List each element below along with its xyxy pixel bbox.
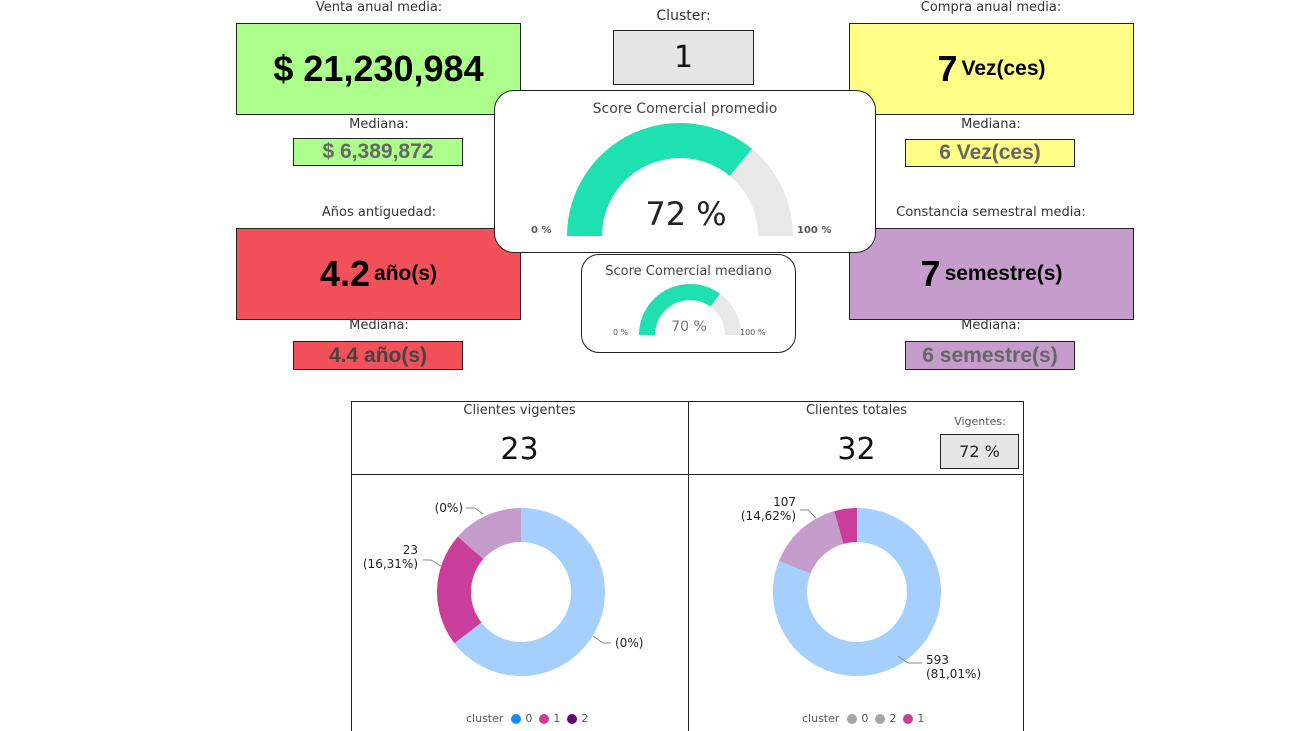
legend-swatch	[875, 713, 886, 724]
gauge-mediano-card: Score Comercial mediano 70 % 0 % 100 %	[581, 254, 796, 353]
data-label: 23	[403, 543, 418, 557]
kpi-vigentes-title: Clientes vigentes	[463, 403, 576, 418]
gauge-promedio-value: 72 %	[645, 195, 727, 233]
constancia-unit: semestre(s)	[944, 262, 1063, 285]
data-label: 107	[773, 495, 796, 509]
venta-median-label: Mediana:	[349, 117, 409, 132]
cluster-value: 1	[673, 40, 694, 75]
data-label: (81,01%)	[926, 667, 981, 681]
kpi-vigentes-value: 23	[500, 432, 539, 467]
antiguedad-value: 4.2	[319, 253, 371, 294]
legend-item[interactable]: 1	[917, 712, 924, 725]
compra-card: 7 Vez(ces)	[849, 23, 1134, 115]
legend-swatch	[511, 713, 522, 724]
gauge-promedio-min: 0 %	[531, 225, 552, 236]
constancia-median-value: 6 semestre(s)	[922, 343, 1058, 367]
data-label-leader	[423, 559, 442, 567]
venta-value: $ 21,230,984	[273, 48, 484, 89]
legend-title: cluster	[466, 712, 504, 725]
cluster-title: Cluster:	[656, 8, 711, 24]
data-label-leader	[466, 507, 484, 515]
compra-median-card: 6 Vez(ces)	[905, 139, 1075, 167]
compra-title: Compra anual media:	[920, 0, 1062, 15]
legend-swatch	[903, 713, 914, 724]
data-label-leader	[592, 635, 611, 644]
constancia-title: Constancia semestral media:	[896, 205, 1086, 220]
constancia-median-card: 6 semestre(s)	[905, 341, 1075, 370]
donut-totales-legend: cluster 0 2 1	[802, 712, 924, 725]
antiguedad-card: 4.2 año(s)	[236, 228, 521, 320]
legend-item[interactable]: 0	[525, 712, 532, 725]
donut-chart-totales: 107(14,62%) 593(81,01%)	[741, 495, 981, 681]
data-label: (14,62%)	[741, 509, 796, 523]
data-label: 593	[926, 653, 949, 667]
compra-unit: Vez(ces)	[961, 57, 1046, 80]
venta-card: $ 21,230,984	[236, 23, 521, 115]
gauge-mediano-min: 0 %	[613, 328, 629, 337]
legend-item[interactable]: 1	[553, 712, 560, 725]
donut-chart-vigentes: (0%) 23(16,31%) (0%)	[363, 501, 643, 676]
legend-item[interactable]: 0	[861, 712, 868, 725]
venta-median-card: $ 6,389,872	[293, 138, 463, 166]
constancia-median-label: Mediana:	[961, 318, 1021, 333]
gauge-promedio-max: 100 %	[797, 225, 832, 236]
data-label-leader	[800, 509, 817, 519]
antiguedad-unit: año(s)	[374, 262, 438, 285]
cluster-card: 1	[613, 30, 754, 85]
antiguedad-title: Años antiguedad:	[321, 205, 437, 220]
antiguedad-median-value: 4.4 año(s)	[328, 343, 428, 367]
legend-item[interactable]: 2	[889, 712, 896, 725]
venta-median-value: $ 6,389,872	[322, 140, 434, 163]
legend-item[interactable]: 2	[581, 712, 588, 725]
gauge-mediano-value: 70 %	[671, 319, 707, 335]
antiguedad-median-label: Mediana:	[349, 318, 409, 333]
kpi-vigentes-badge: 72 %	[940, 434, 1019, 469]
kpi-vigentes-badge-label: Vigentes:	[954, 415, 1006, 428]
legend-swatch	[847, 713, 858, 724]
data-label: (16,31%)	[363, 557, 418, 571]
kpi-vigentes-badge-value: 72 %	[959, 442, 1000, 461]
data-label: (0%)	[615, 636, 643, 650]
gauge-mediano-max: 100 %	[740, 328, 766, 337]
antiguedad-median-card: 4.4 año(s)	[293, 341, 463, 370]
legend-swatch	[567, 713, 578, 724]
compra-value: 7	[937, 48, 958, 89]
constancia-value: 7	[920, 253, 941, 294]
donut-vigentes-legend: cluster 0 1 2	[466, 712, 588, 725]
compra-median-label: Mediana:	[961, 117, 1021, 132]
legend-title: cluster	[802, 712, 840, 725]
data-label: (0%)	[435, 501, 463, 515]
legend-swatch	[539, 713, 550, 724]
venta-title: Venta anual media:	[315, 0, 443, 15]
gauge-mediano	[639, 284, 741, 335]
gauge-promedio-card: Score Comercial promedio 72 % 0 % 100 %	[494, 90, 876, 253]
constancia-card: 7 semestre(s)	[849, 228, 1134, 320]
compra-median-value: 6 Vez(ces)	[939, 141, 1041, 164]
